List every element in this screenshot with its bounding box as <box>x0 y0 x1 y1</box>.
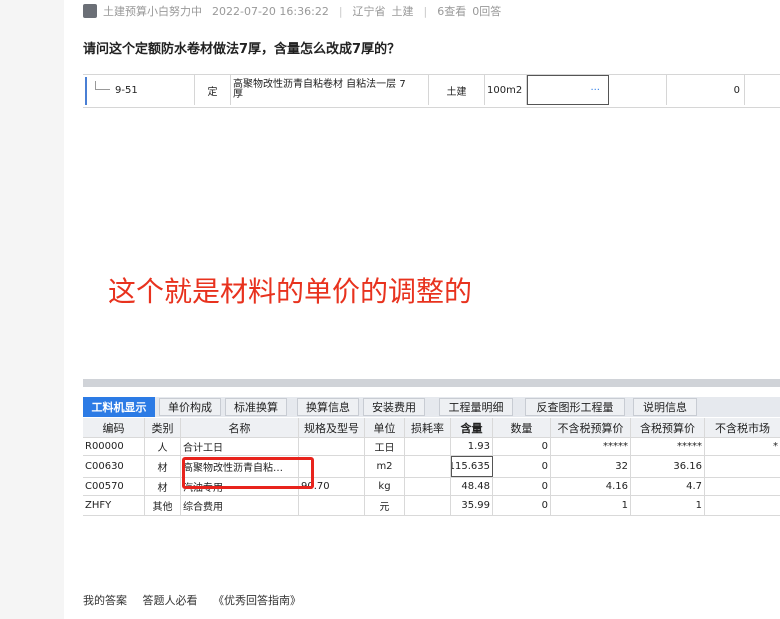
cell-price-incl-tax: ***** <box>631 438 705 455</box>
cell-loss-rate <box>405 496 451 515</box>
cell-quantity: 0 <box>493 478 551 495</box>
annotation-text: 这个就是材料的单价的调整的 <box>108 275 473 308</box>
table-header: 编码 类别 名称 规格及型号 单位 损耗率 含量 数量 不含税预算价 含税预算价… <box>83 418 780 438</box>
guide-link[interactable]: 《优秀回答指南》 <box>213 594 301 607</box>
cell-category: 材 <box>145 478 181 495</box>
col-price-incl-tax[interactable]: 含税预算价 <box>631 418 705 437</box>
cell-category: 人 <box>145 438 181 455</box>
col-quantity[interactable]: 数量 <box>493 418 551 437</box>
cell-unit: kg <box>365 478 405 495</box>
col-loss-rate[interactable]: 损耗率 <box>405 418 451 437</box>
highlight-box <box>182 457 314 489</box>
table-row[interactable]: R00000 人 合计工日 工日 1.93 0 ***** ***** * <box>83 438 780 456</box>
tab-reverse-graphic-quantity[interactable]: 反查图形工程量 <box>525 398 625 416</box>
author-name[interactable]: 土建预算小白努力中 <box>103 3 202 19</box>
trade-cell: 土建 <box>429 75 485 105</box>
cell-code: C00570 <box>83 478 145 495</box>
detail-tabs: 工料机显示 单价构成 标准换算 换算信息 安装费用 工程量明细 反查图形工程量 … <box>83 397 780 417</box>
quota-code: 9-51 <box>115 84 138 96</box>
col-code[interactable]: 编码 <box>83 418 145 437</box>
tab-unit-price-composition[interactable]: 单价构成 <box>159 398 221 416</box>
cell-market-price <box>705 456 780 477</box>
cell-content[interactable]: 35.99 <box>451 496 493 515</box>
cell-price-excl-tax: 1 <box>551 496 631 515</box>
cell-spec <box>299 496 365 515</box>
cell-price-incl-tax: 4.7 <box>631 478 705 495</box>
cell-market-price <box>705 478 780 495</box>
separator: | <box>423 4 428 18</box>
cell-quantity: 0 <box>493 456 551 477</box>
col-content[interactable]: 含量 <box>451 418 493 437</box>
col-market-price[interactable]: 不含税市场 <box>705 418 780 437</box>
tab-labor-material-machine[interactable]: 工料机显示 <box>83 397 155 417</box>
cell-price-excl-tax: ***** <box>551 438 631 455</box>
tree-line <box>95 81 110 90</box>
cell-price-excl-tax: 4.16 <box>551 478 631 495</box>
table-row[interactable]: ZHFY 其他 综合费用 元 35.99 0 1 1 <box>83 496 780 516</box>
cell-market-price: * <box>773 441 778 452</box>
category: 土建 <box>391 5 414 18</box>
my-answer-link[interactable]: 我的答案 <box>83 594 127 607</box>
cell-unit: 工日 <box>365 438 405 455</box>
cell-quantity: 0 <box>493 496 551 515</box>
cell-market-price <box>705 496 780 515</box>
question-page: 土建预算小白努力中 2022-07-20 16:36:22 | 辽宁省 土建 |… <box>64 0 780 619</box>
cell-category: 材 <box>145 456 181 477</box>
cell-loss-rate <box>405 456 451 477</box>
cell-code: ZHFY <box>83 496 145 515</box>
separator: | <box>338 4 343 18</box>
cell-spec <box>299 438 365 455</box>
code-cell: 9-51 <box>83 75 195 105</box>
quota-name: 高聚物改性沥青自粘卷材 自粘法一层 7 <box>233 79 406 90</box>
quota-name-cont: 厚 <box>233 89 243 100</box>
answer-count: 0回答 <box>472 5 502 18</box>
col-spec[interactable]: 规格及型号 <box>299 418 365 437</box>
cell-price-incl-tax: 36.16 <box>631 456 705 477</box>
cell-content[interactable]: 1.93 <box>451 438 493 455</box>
col-price-excl-tax[interactable]: 不含税预算价 <box>551 418 631 437</box>
unit-cell: 100m2 <box>485 75 527 105</box>
cell-name: 综合费用 <box>181 496 299 515</box>
value-cell: 0 <box>667 75 745 105</box>
cell-unit: 元 <box>365 496 405 515</box>
tab-description[interactable]: 说明信息 <box>633 398 697 416</box>
avatar[interactable] <box>83 4 97 18</box>
cell-name: 合计工日 <box>181 438 299 455</box>
view-count: 6查看 <box>437 5 467 18</box>
tab-installation-cost[interactable]: 安装费用 <box>363 398 425 416</box>
empty-cell <box>609 75 667 105</box>
cell-price-excl-tax: 32 <box>551 456 631 477</box>
cell-quantity: 0 <box>493 438 551 455</box>
tab-conversion-info[interactable]: 换算信息 <box>297 398 359 416</box>
type-cell: 定 <box>195 75 231 105</box>
col-category[interactable]: 类别 <box>145 418 181 437</box>
cell-loss-rate <box>405 438 451 455</box>
screenshot-quota-row: 9-51 定 高聚物改性沥青自粘卷材 自粘法一层 7 厚 土建 100m2 ··… <box>83 74 780 108</box>
name-cell: 高聚物改性沥青自粘卷材 自粘法一层 7 厚 <box>231 75 429 105</box>
region: 辽宁省 <box>352 5 386 18</box>
cell-code: R00000 <box>83 438 145 455</box>
cell-loss-rate <box>405 478 451 495</box>
panel-splitter[interactable] <box>83 379 780 387</box>
question-title: 请问这个定额防水卷材做法7厚，含量怎么改成7厚的？ <box>83 42 401 57</box>
tab-quantity-details[interactable]: 工程量明细 <box>439 398 513 416</box>
cell-content[interactable]: 48.48 <box>451 478 493 495</box>
cell-price-incl-tax: 1 <box>631 496 705 515</box>
answerer-must-read-link[interactable]: 答题人必看 <box>143 594 198 607</box>
question-meta: 土建预算小白努力中 2022-07-20 16:36:22 | 辽宁省 土建 |… <box>83 3 501 19</box>
cell-unit: m2 <box>365 456 405 477</box>
cell-category: 其他 <box>145 496 181 515</box>
answer-footer: 我的答案 答题人必看 《优秀回答指南》 <box>83 592 313 608</box>
cell-content-input[interactable]: 115.635 <box>451 456 493 477</box>
col-name[interactable]: 名称 <box>181 418 299 437</box>
tab-standard-conversion[interactable]: 标准换算 <box>225 398 287 416</box>
quantity-input[interactable]: ··· <box>527 75 609 105</box>
post-datetime: 2022-07-20 16:36:22 <box>212 4 329 18</box>
cell-code: C00630 <box>83 456 145 477</box>
col-unit[interactable]: 单位 <box>365 418 405 437</box>
